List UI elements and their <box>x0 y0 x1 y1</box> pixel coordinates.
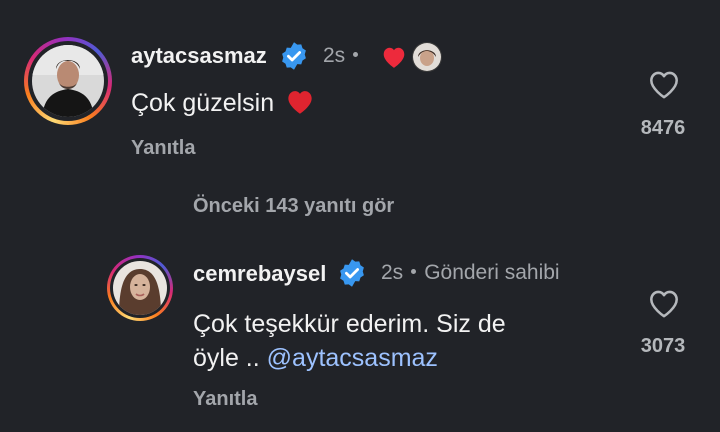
separator-dot <box>353 51 359 57</box>
verified-badge-icon <box>340 259 364 287</box>
reply-meta: 2s Gönderi sahibi <box>381 261 560 285</box>
red-heart-icon <box>383 47 405 68</box>
reply-text: Çok teşekkür ederim. Siz de öyle .. @ayt… <box>193 307 506 375</box>
comment-username[interactable]: aytacsasmaz <box>131 43 267 69</box>
heart-outline-icon[interactable] <box>647 69 681 100</box>
reply-time: 2s <box>381 261 404 284</box>
avatar[interactable] <box>113 261 167 315</box>
author-tag: Gönderi sahibi <box>424 261 560 284</box>
reply-username[interactable]: cemrebaysel <box>193 261 326 287</box>
comment-time: 2s <box>323 44 346 67</box>
mention-link[interactable]: @aytacsasmaz <box>267 344 438 372</box>
verified-badge-icon <box>282 42 306 70</box>
separator-dot <box>411 268 417 274</box>
reply-text-prefix: öyle .. <box>193 344 260 372</box>
comment-text: Çok güzelsin <box>131 86 315 120</box>
avatar[interactable] <box>32 45 104 117</box>
reply-text-line-2: öyle .. @aytacsasmaz <box>193 341 506 375</box>
reply-button[interactable]: Yanıtla <box>131 137 195 160</box>
like-count: 8476 <box>640 117 686 139</box>
view-previous-replies-button[interactable]: Önceki 143 yanıtı gör <box>193 195 394 218</box>
reply-button[interactable]: Yanıtla <box>193 388 257 411</box>
heart-outline-icon[interactable] <box>647 288 681 319</box>
like-count: 3073 <box>640 335 686 357</box>
comment-text-content: Çok güzelsin <box>131 89 275 117</box>
red-heart-emoji <box>288 91 312 114</box>
liked-by-creator-avatar <box>412 42 442 72</box>
reply-text-line-1: Çok teşekkür ederim. Siz de <box>193 310 506 338</box>
comment-meta: 2s <box>323 44 366 68</box>
